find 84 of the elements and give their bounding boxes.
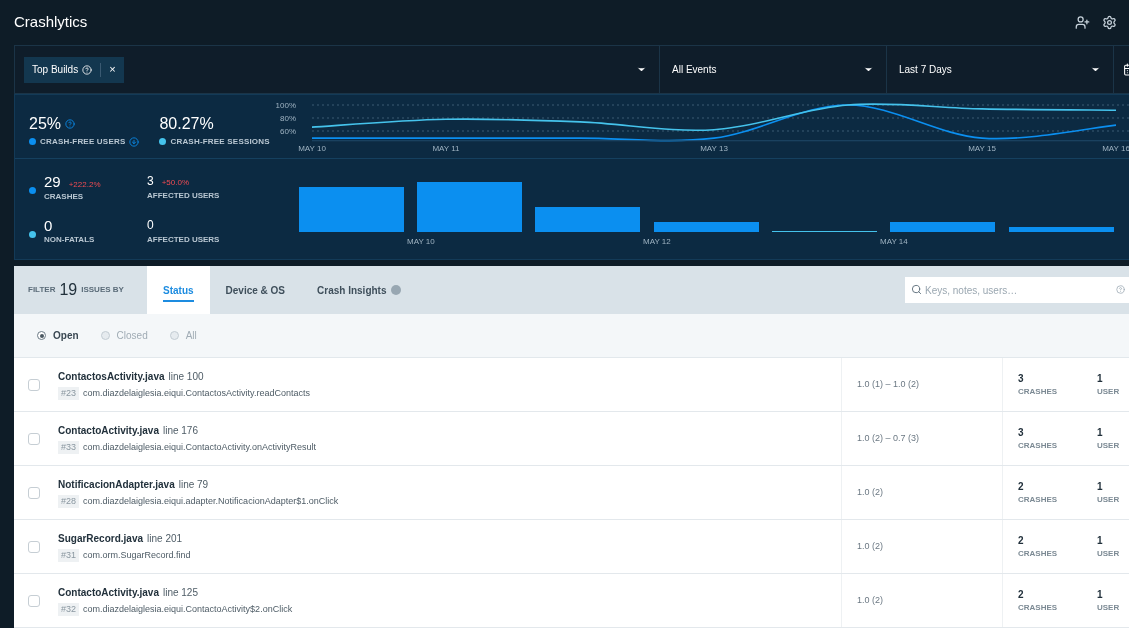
metric-value: 80.27% [159,113,214,134]
axis-label: MAY 14 [880,237,908,246]
method-name: com.diazdelaiglesia.eiqui.ContactoActivity$2.onClick [83,602,293,616]
issue-number: #32 [58,602,80,617]
file-name[interactable]: ContactoActivity.java [58,422,159,438]
count-value: 0 [44,216,53,234]
version-range: 1.0 (2) [857,593,883,607]
line-number: line 79 [178,477,209,492]
user-count: 1 [1097,534,1104,548]
issue-number: #28 [58,494,80,509]
count-label: CRASHES [44,190,85,203]
count-label: USER [1097,548,1120,560]
count-label: USER [1097,494,1120,506]
version-range: 1.0 (2) [857,485,883,499]
file-name[interactable]: SugarRecord.java [58,530,144,546]
count-label: CRASHES [1018,494,1059,506]
user-count: 1 [1097,426,1104,440]
axis-label: MAY 15 [968,143,996,153]
axis-label: MAY 10 [298,143,326,153]
line-number: line 176 [162,423,198,438]
axis-label: 60% [280,126,296,136]
radio-option[interactable]: Open [37,328,79,343]
change-value: +222.2% [68,178,101,191]
legend-label: CRASH-FREE SESSIONS [170,135,270,148]
filter-label: ISSUES BY [81,284,124,296]
dropdown[interactable]: Last 7 Days [886,46,1113,93]
file-name[interactable]: ContactoActivity.java [58,584,159,600]
method-name: com.diazdelaiglesia.eiqui.adapter.NotificacionAdapter$1.onClick [83,494,339,508]
axis-label: 80% [280,113,296,123]
tab[interactable]: Crash Insights [301,266,417,314]
filter-label: FILTER [28,284,56,296]
line-number: line 125 [162,585,198,600]
count-label: USER [1097,386,1120,398]
line-number: line 201 [147,531,183,546]
search-field[interactable]: Keys, notes, users… [905,277,1129,304]
method-name: com.diazdelaiglesia.eiqui.ContactoActivity.onActivityResult [83,440,316,454]
tab[interactable]: Device & OS [209,266,302,314]
version-range: 1.0 (2) – 0.7 (3) [857,431,920,445]
filter-chip[interactable]: Top Builds × [24,56,124,83]
app-title: Crashlytics [14,12,88,33]
count-label: NON-FATALS [44,233,95,246]
count-value: 0 [147,216,154,234]
count-label: USER [1097,440,1120,452]
version-range: 1.0 (1) – 1.0 (2) [857,377,920,391]
count-label: CRASHES [1018,602,1059,614]
axis-label: MAY 12 [643,237,671,246]
count-label: CRASHES [1018,386,1059,398]
count-label: AFFECTED USERS [147,233,220,246]
crash-count: 3 [1018,372,1025,386]
count-label: CRASHES [1018,548,1059,560]
change-value: +50.0% [161,176,190,189]
tab[interactable]: Status [147,266,210,314]
issue-count: 19 [59,280,78,300]
crash-count: 2 [1018,588,1025,602]
axis-label: 100% [276,100,296,110]
chip-label: Top Builds [32,63,79,77]
crash-count: 3 [1018,426,1025,440]
count-value: 3 [147,172,154,190]
method-name: com.diazdelaiglesia.eiqui.ContactosActivity.readContacts [83,386,310,400]
count-label: CRASHES [1018,440,1059,452]
issue-number: #31 [58,548,80,563]
issue-number: #33 [58,440,80,455]
version-range: 1.0 (2) [857,539,883,553]
method-name: com.orm.SugarRecord.find [83,548,191,562]
crash-count: 2 [1018,480,1025,494]
crash-count: 2 [1018,534,1025,548]
axis-label: MAY 16 [1102,143,1129,153]
axis-label: MAY 10 [407,237,435,246]
user-count: 1 [1097,480,1104,494]
file-name[interactable]: NotificacionAdapter.java [58,476,175,492]
user-count: 1 [1097,372,1104,386]
remove-button[interactable]: × [109,61,116,78]
axis-label: MAY 11 [432,143,460,153]
count-label: AFFECTED USERS [147,189,220,202]
file-name[interactable]: ContactosActivity.java [58,368,165,384]
line-number: line 100 [168,369,204,384]
issue-number: #23 [58,386,80,401]
legend-label: CRASH-FREE USERS [40,135,126,148]
count-label: USER [1097,602,1120,614]
metric-value: 25% [29,113,62,134]
axis-label: MAY 13 [700,143,728,153]
dropdown[interactable]: All Events [659,46,886,93]
user-count: 1 [1097,588,1104,602]
count-value: 29 [44,172,61,190]
